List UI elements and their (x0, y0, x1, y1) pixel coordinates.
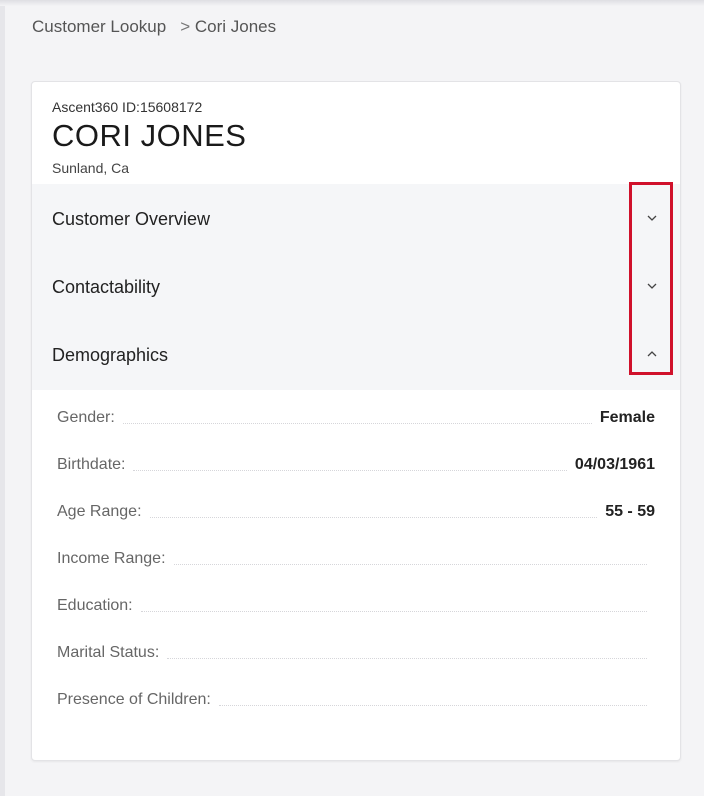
field-presence-of-children: Presence of Children: (57, 674, 655, 721)
field-label: Marital Status: (57, 644, 160, 661)
field-label: Age Range: (57, 503, 142, 520)
dotted-leader (133, 470, 567, 471)
breadcrumb-current: Cori Jones (194, 17, 277, 36)
section-title: Customer Overview (52, 208, 211, 229)
field-value: 55 - 59 (605, 503, 655, 520)
customer-location: Sunland, Ca (52, 160, 130, 176)
dotted-leader (218, 705, 647, 706)
breadcrumb-root-link[interactable]: Customer Lookup (32, 17, 166, 37)
field-label: Presence of Children: (57, 691, 211, 708)
top-edge (0, 0, 704, 6)
field-label: Birthdate: (57, 456, 126, 473)
section-title: Contactability (52, 276, 161, 297)
accordion-sections: Customer Overview Contactability Demogra… (32, 182, 680, 390)
field-value: 04/03/1961 (574, 456, 655, 473)
field-marital-status: Marital Status: (57, 627, 655, 674)
dotted-leader (140, 611, 647, 612)
dotted-leader (167, 658, 647, 659)
field-education: Education: (57, 580, 655, 627)
field-label: Income Range: (57, 550, 166, 567)
field-label: Gender: (57, 409, 115, 426)
left-edge (0, 0, 5, 796)
chevron-down-icon[interactable] (646, 212, 658, 224)
field-age-range: Age Range: 55 - 59 (57, 486, 655, 533)
breadcrumb-separator: > (180, 17, 191, 36)
field-gender: Gender: Female (57, 392, 655, 439)
section-demographics[interactable]: Demographics (32, 320, 680, 388)
dotted-leader (122, 423, 592, 424)
customer-name: CORI JONES (52, 118, 247, 153)
customer-id: Ascent360 ID:15608172 (52, 99, 203, 115)
breadcrumb: Customer Lookup > Cori Jones (32, 17, 276, 37)
chevron-down-icon[interactable] (646, 280, 658, 292)
demographics-fields: Gender: Female Birthdate: 04/03/1961 Age… (32, 390, 680, 721)
customer-header: Ascent360 ID:15608172 CORI JONES Sunland… (32, 82, 680, 184)
field-value: Female (599, 409, 655, 426)
field-label: Education: (57, 597, 133, 614)
section-customer-overview[interactable]: Customer Overview (32, 184, 680, 252)
section-contactability[interactable]: Contactability (32, 252, 680, 320)
field-income-range: Income Range: (57, 533, 655, 580)
chevron-up-icon[interactable] (646, 348, 658, 360)
field-birthdate: Birthdate: 04/03/1961 (57, 439, 655, 486)
dotted-leader (149, 517, 598, 518)
section-title: Demographics (52, 344, 169, 365)
dotted-leader (173, 564, 647, 565)
customer-card: Ascent360 ID:15608172 CORI JONES Sunland… (31, 81, 681, 761)
